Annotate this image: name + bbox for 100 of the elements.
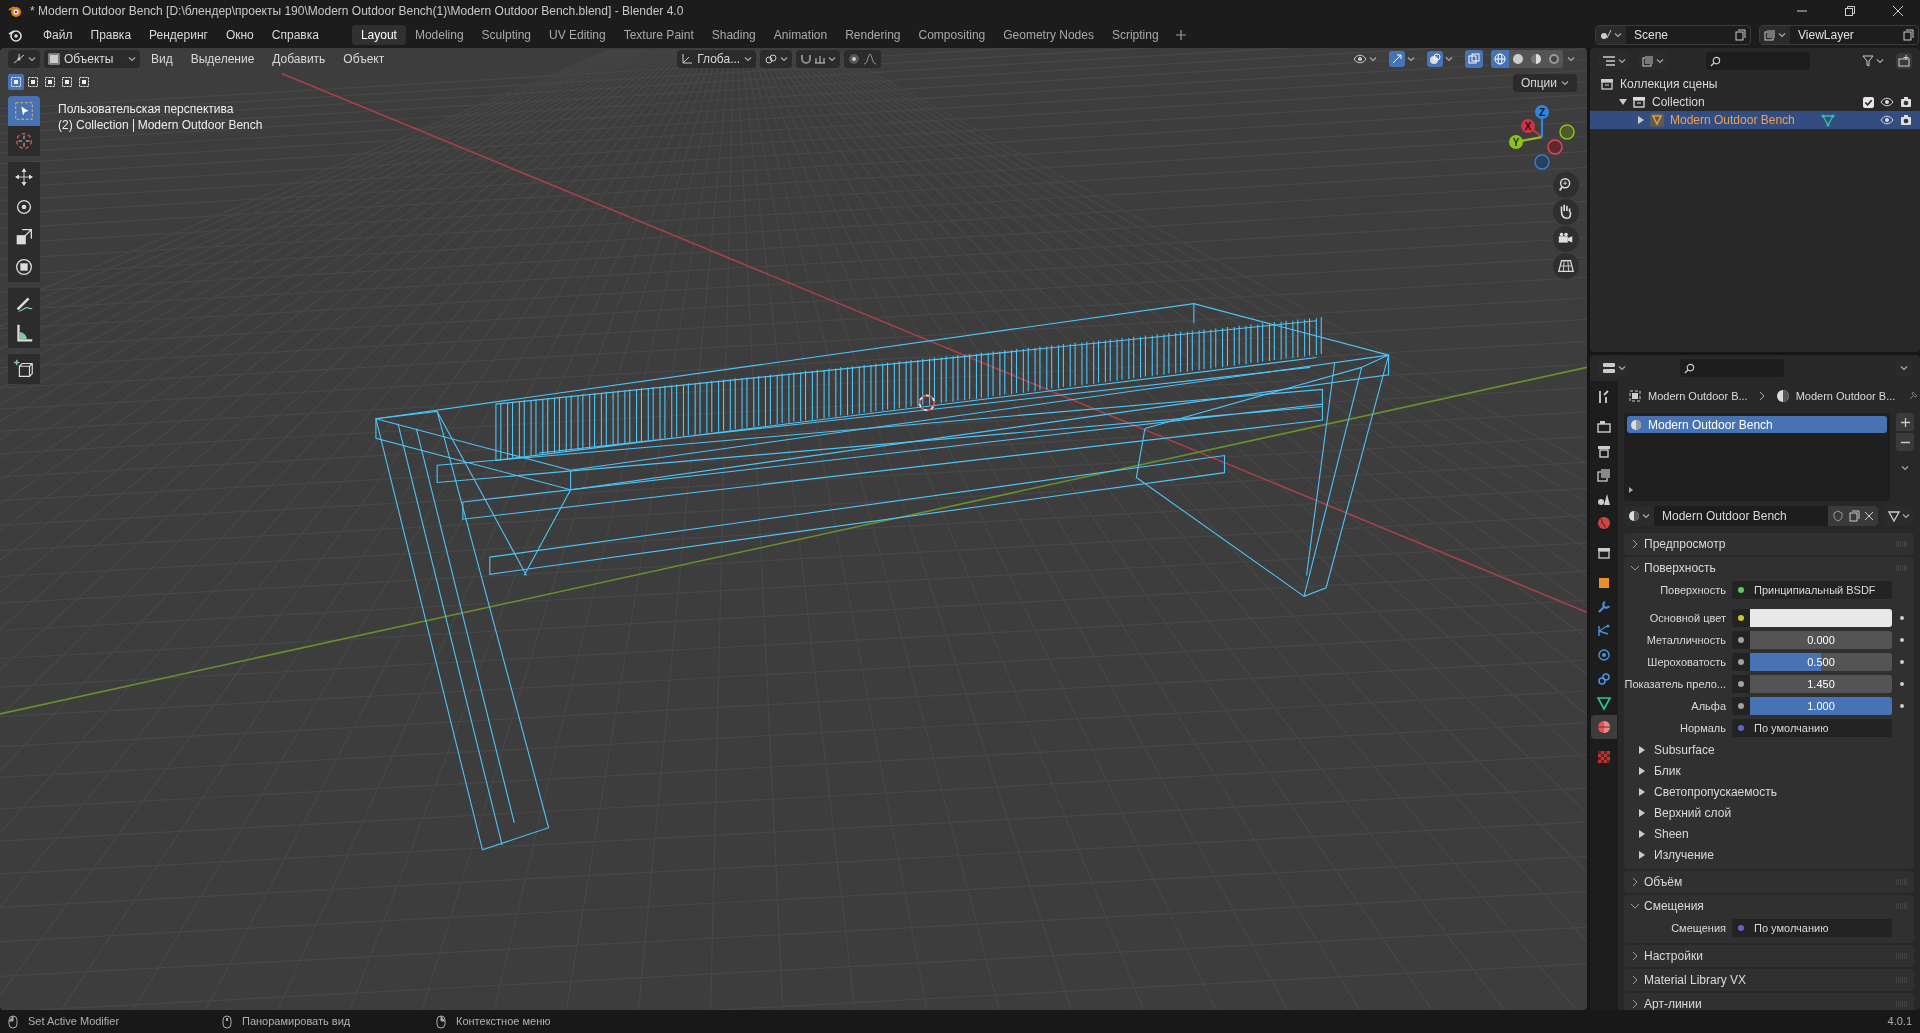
wireframe-shading-button[interactable]: [1491, 50, 1509, 68]
transform-tool-button[interactable]: [8, 252, 40, 282]
pivot-button[interactable]: [760, 50, 793, 68]
snap-button[interactable]: [796, 50, 841, 68]
workspace-tab[interactable]: Geometry Nodes: [994, 25, 1103, 45]
dot-circle-icon: [848, 53, 861, 65]
menu-item[interactable]: Правка: [81, 26, 141, 44]
move-tool-button[interactable]: [8, 162, 40, 192]
proportional-edit-button[interactable]: [844, 50, 882, 68]
subpanel-header[interactable]: Sheen: [1624, 823, 1914, 844]
panel-header[interactable]: Объём: [1624, 871, 1914, 893]
subpanel-header[interactable]: Верхний слой: [1624, 802, 1914, 823]
panel-header[interactable]: Material Library VX: [1624, 969, 1914, 991]
copy-icon: [1902, 29, 1914, 41]
value-slider[interactable]: 0.500: [1750, 653, 1892, 671]
view-layer-selector[interactable]: ViewLayer: [1759, 25, 1919, 45]
maximize-icon: [1844, 5, 1856, 17]
selection-mode-button[interactable]: [42, 74, 58, 90]
editor-type-button[interactable]: [8, 50, 40, 68]
caret-icon: [1778, 31, 1786, 39]
rendered-shading-button[interactable]: [1545, 50, 1563, 68]
workspace-tab[interactable]: UV Editing: [540, 25, 615, 45]
panel-header[interactable]: Поверхность: [1624, 557, 1914, 579]
workspace-tab[interactable]: Rendering: [836, 25, 910, 45]
workspace-tab[interactable]: Shading: [702, 25, 765, 45]
xray-toggle-button[interactable]: [1465, 50, 1483, 68]
crosshair-tool-button[interactable]: [8, 126, 40, 156]
menu-item[interactable]: Рендеринг: [140, 26, 217, 44]
workspace-tab[interactable]: Texture Paint: [614, 25, 703, 45]
search-field[interactable]: [1680, 359, 1784, 377]
axes-icon: [12, 53, 26, 65]
scene-selector[interactable]: Scene: [1595, 25, 1751, 45]
menu-item[interactable]: Объект: [336, 50, 392, 68]
solid-shading-button[interactable]: [1509, 50, 1527, 68]
selection-mode-button[interactable]: [76, 74, 92, 90]
selection-mode-button[interactable]: [8, 74, 24, 90]
material-sphere-icon: [1775, 389, 1790, 403]
workspace-tab[interactable]: Compositing: [909, 25, 995, 45]
panel-header[interactable]: Смещения: [1624, 895, 1914, 917]
menu-item[interactable]: Добавить: [265, 50, 333, 68]
options-dropdown[interactable]: Опции: [1512, 74, 1577, 92]
properties-tab[interactable]: [1591, 715, 1617, 739]
collapsed-triangle-icon[interactable]: [1636, 115, 1646, 125]
menu-item[interactable]: Выделение: [183, 50, 262, 68]
panel-header[interactable]: Предпросмотр: [1624, 533, 1914, 555]
workspace-tab[interactable]: Layout: [351, 25, 406, 45]
chevron-right-icon: [1630, 539, 1640, 549]
menu-item[interactable]: Окно: [216, 26, 263, 44]
expanded-triangle-icon[interactable]: [1618, 97, 1628, 107]
panel-header[interactable]: Арт-линии: [1624, 993, 1914, 1010]
orientation-icon: [681, 53, 694, 65]
menu-item[interactable]: Файл: [34, 26, 82, 44]
selection-mode-icon: [10, 76, 22, 88]
outliner-row[interactable]: Collection: [1590, 93, 1920, 111]
property-label: Шероховатость: [1646, 654, 1727, 670]
outliner-row[interactable]: Коллекция сцены: [1590, 75, 1920, 93]
pencil-tool-button[interactable]: [8, 288, 40, 318]
selection-mode-button[interactable]: [25, 74, 41, 90]
search-field[interactable]: [1706, 52, 1810, 70]
subpanel-header[interactable]: Блик: [1624, 760, 1914, 781]
workspace-tab[interactable]: Sculpting: [472, 25, 540, 45]
exclude-checkbox[interactable]: [1863, 96, 1874, 108]
chevron-right-icon: [1757, 391, 1766, 401]
zoom-button[interactable]: [1553, 172, 1579, 198]
number-field[interactable]: 0.000: [1750, 631, 1892, 649]
navigation-gizmo[interactable]: X Y Z: [1500, 94, 1580, 174]
value-slider[interactable]: 1.000: [1750, 697, 1892, 715]
orientation-dropdown[interactable]: Глоба...: [677, 50, 757, 68]
socket-link-field[interactable]: По умолчанию: [1750, 919, 1892, 937]
caret-icon: [1407, 55, 1415, 63]
menu-item[interactable]: Справка: [262, 26, 328, 44]
workspace-tab[interactable]: Scripting: [1102, 25, 1168, 45]
panel-header[interactable]: Настройки: [1624, 945, 1914, 967]
selection-mode-button[interactable]: [59, 74, 75, 90]
number-field[interactable]: 1.450: [1750, 675, 1892, 693]
ruler-tool-button[interactable]: [8, 318, 40, 348]
perspective-toggle-button[interactable]: [1553, 253, 1579, 279]
menu-item[interactable]: Вид: [144, 50, 180, 68]
outliner-row[interactable]: Modern Outdoor Bench: [1590, 111, 1920, 129]
material-slot[interactable]: Modern Outdoor Bench: [1627, 416, 1887, 433]
material-selector[interactable]: Modern Outdoor Bench: [1624, 506, 1878, 526]
remove-slot-button[interactable]: [1896, 433, 1914, 451]
subpanel-header[interactable]: Светопропускаемость: [1624, 781, 1914, 802]
socket-link-field[interactable]: Принципиальный BSDF: [1750, 581, 1892, 599]
caret-icon: [1656, 57, 1664, 65]
select-tool-button[interactable]: [8, 96, 40, 126]
new-collection-button[interactable]: [1896, 53, 1912, 69]
image-stack-icon: [1764, 29, 1776, 41]
workspace-tab[interactable]: Animation: [764, 25, 837, 45]
socket-link-field[interactable]: По умолчанию: [1750, 719, 1892, 737]
workspace-tab[interactable]: Modeling: [405, 25, 473, 45]
add-slot-button[interactable]: [1896, 413, 1914, 431]
subpanel-header[interactable]: Излучение: [1624, 844, 1914, 865]
color-swatch[interactable]: [1750, 609, 1892, 627]
caret-icon: [1902, 512, 1910, 520]
subpanel-header[interactable]: Subsurface: [1624, 739, 1914, 760]
mode-dropdown[interactable]: Объекты: [44, 50, 140, 68]
add-cube-tool-button[interactable]: [8, 354, 40, 384]
pan-button[interactable]: [1553, 199, 1579, 225]
camera-view-button[interactable]: [1553, 226, 1579, 252]
